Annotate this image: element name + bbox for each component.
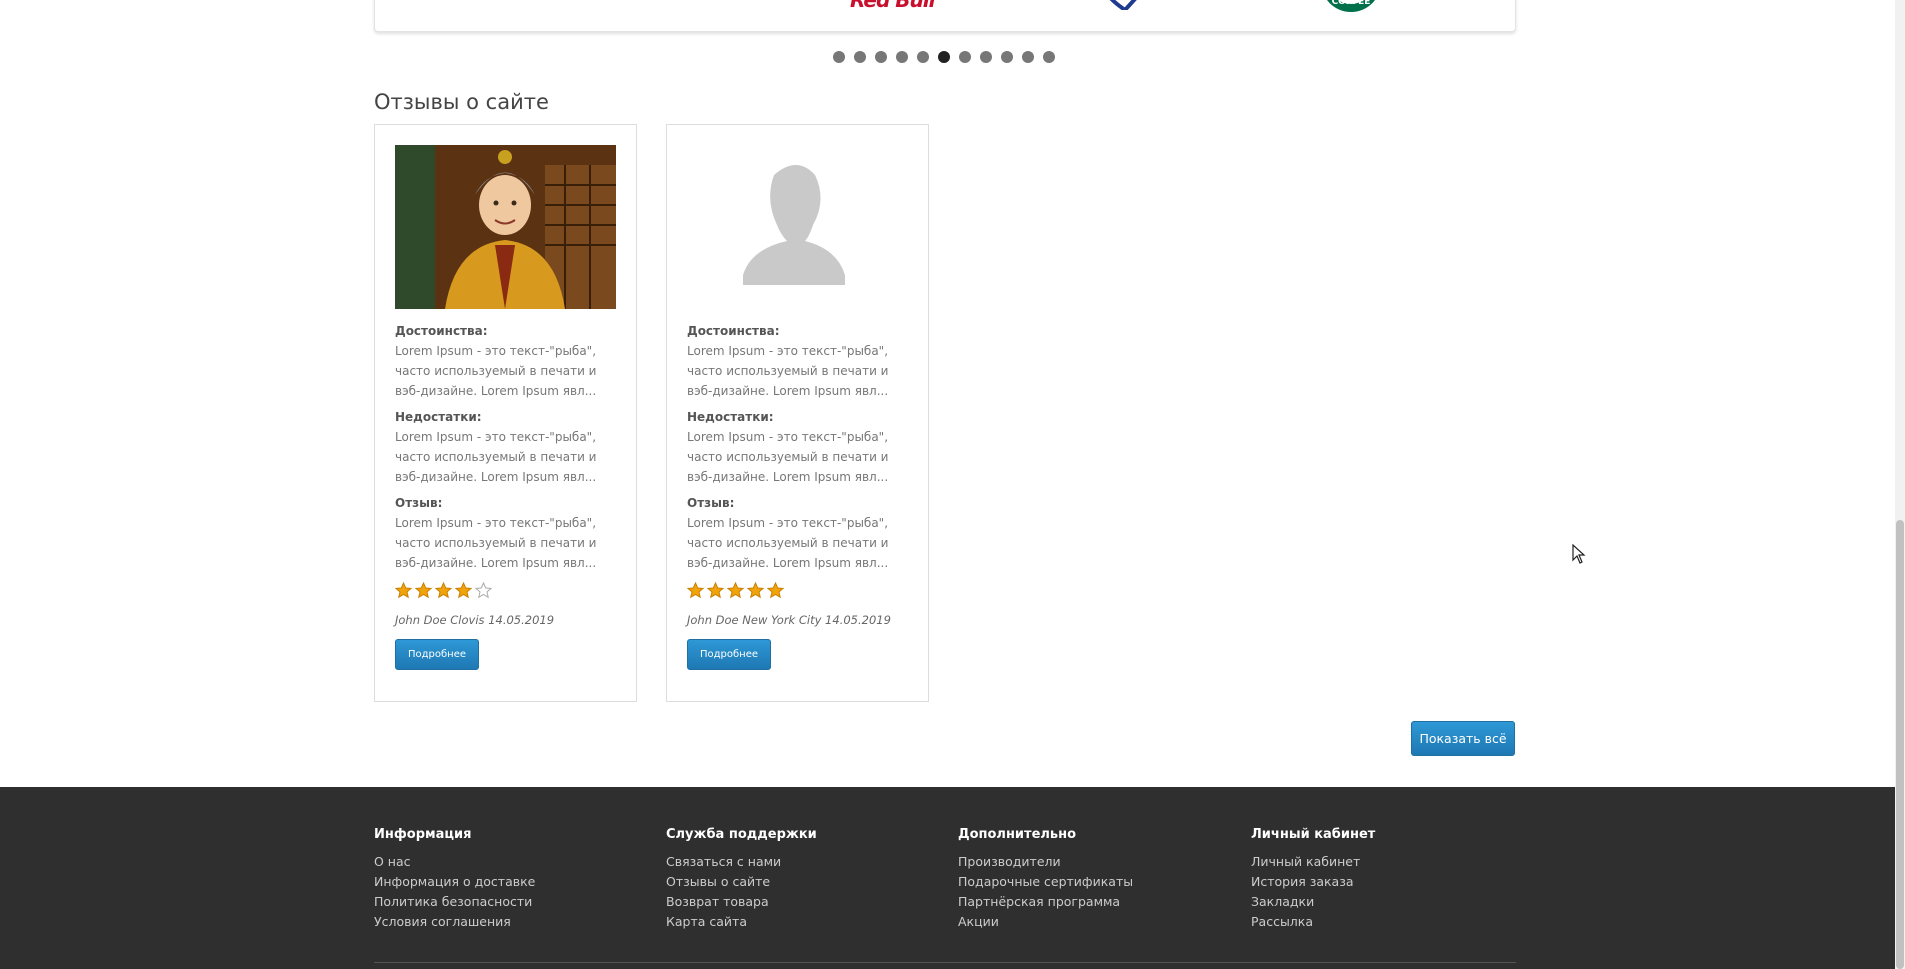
- carousel-dot[interactable]: [854, 51, 866, 63]
- footer-column-title: Информация: [374, 827, 472, 842]
- more-button[interactable]: Подробнее: [395, 639, 480, 670]
- footer-link[interactable]: Акции: [958, 912, 1133, 932]
- starbucks-logo[interactable]: COFFEE: [1315, 0, 1387, 18]
- star-filled-icon: [687, 581, 704, 598]
- footer-column-extras: Дополнительно Производители Подарочные с…: [958, 827, 1133, 932]
- pros-label: Достоинства:: [687, 324, 780, 338]
- review-card: Достоинства: Lorem Ipsum - это текст-"ры…: [374, 124, 637, 702]
- footer-link[interactable]: Условия соглашения: [374, 912, 535, 932]
- footer-column-title: Личный кабинет: [1251, 827, 1376, 842]
- review-label: Отзыв:: [687, 496, 735, 510]
- carousel-dot[interactable]: [938, 51, 950, 63]
- star-filled-icon: [707, 581, 724, 598]
- star-empty-icon: [475, 581, 492, 598]
- carousel-dot[interactable]: [1043, 51, 1055, 63]
- footer-column-account: Личный кабинет Личный кабинет История за…: [1251, 827, 1375, 932]
- footer-divider: [374, 962, 1516, 963]
- more-button[interactable]: Подробнее: [687, 639, 772, 670]
- footer-link[interactable]: Подарочные сертификаты: [958, 872, 1133, 892]
- star-filled-icon: [435, 581, 452, 598]
- footer-link[interactable]: Связаться с нами: [666, 852, 817, 872]
- footer-link[interactable]: Карта сайта: [666, 912, 817, 932]
- carousel-pagination: [833, 51, 1055, 63]
- pros-text: Lorem Ipsum - это текст-"рыба", часто ис…: [687, 344, 889, 398]
- star-filled-icon: [727, 581, 744, 598]
- footer-column-title: Дополнительно: [958, 827, 1077, 842]
- svg-text:COFFEE: COFFEE: [1332, 0, 1371, 7]
- pros-text: Lorem Ipsum - это текст-"рыба", часто ис…: [395, 344, 597, 398]
- carousel-dot[interactable]: [1001, 51, 1013, 63]
- footer-link[interactable]: Возврат товара: [666, 892, 817, 912]
- site-footer: Информация О нас Информация о доставке П…: [0, 787, 1895, 969]
- star-filled-icon: [767, 581, 784, 598]
- rating-stars: [687, 581, 908, 599]
- pros-label: Достоинства:: [395, 324, 488, 338]
- reviewer-photo: [395, 145, 616, 309]
- footer-column-title: Служба поддержки: [666, 827, 817, 842]
- carousel-dot[interactable]: [917, 51, 929, 63]
- review-author: John Doe Clovis 14.05.2019: [395, 613, 555, 627]
- footer-link[interactable]: История заказа: [1251, 872, 1375, 892]
- cons-label: Недостатки:: [687, 410, 774, 424]
- footer-column-info: Информация О нас Информация о доставке П…: [374, 827, 535, 932]
- carousel-dot[interactable]: [1022, 51, 1034, 63]
- review-text: Lorem Ipsum - это текст-"рыба", часто ис…: [687, 516, 889, 570]
- review-card: Достоинства: Lorem Ipsum - это текст-"ры…: [666, 124, 929, 702]
- cons-text: Lorem Ipsum - это текст-"рыба", часто ис…: [395, 430, 597, 484]
- carousel-dot[interactable]: [959, 51, 971, 63]
- carousel-dot[interactable]: [833, 51, 845, 63]
- review-label: Отзыв:: [395, 496, 443, 510]
- star-filled-icon: [455, 581, 472, 598]
- star-filled-icon: [747, 581, 764, 598]
- page-scrollbar[interactable]: [1895, 0, 1905, 969]
- carousel-dot[interactable]: [980, 51, 992, 63]
- footer-column-support: Служба поддержки Связаться с нами Отзывы…: [666, 827, 817, 932]
- cons-text: Lorem Ipsum - это текст-"рыба", часто ис…: [687, 430, 889, 484]
- section-title: Отзывы о сайте: [374, 90, 549, 114]
- scrollbar-thumb[interactable]: [1896, 520, 1904, 969]
- footer-link[interactable]: Политика безопасности: [374, 892, 535, 912]
- review-author: John Doe New York City 14.05.2019: [687, 613, 891, 627]
- star-filled-icon: [395, 581, 412, 598]
- star-filled-icon: [415, 581, 432, 598]
- footer-link[interactable]: Рассылка: [1251, 912, 1375, 932]
- footer-link[interactable]: Личный кабинет: [1251, 852, 1375, 872]
- footer-link[interactable]: Партнёрская программа: [958, 892, 1133, 912]
- redbull-logo[interactable]: Red Bull: [850, 0, 935, 12]
- show-all-button[interactable]: Показать всё: [1411, 721, 1515, 756]
- footer-link[interactable]: Информация о доставке: [374, 872, 535, 892]
- brand-carousel: Red Bull COFFEE: [374, 0, 1516, 32]
- carousel-dot[interactable]: [896, 51, 908, 63]
- review-text: Lorem Ipsum - это текст-"рыба", часто ис…: [395, 516, 597, 570]
- avatar-placeholder-icon: [687, 145, 908, 309]
- mouse-cursor-icon: [1572, 544, 1586, 564]
- carousel-dot[interactable]: [875, 51, 887, 63]
- shield-logo[interactable]: [1095, 0, 1155, 10]
- footer-link[interactable]: О нас: [374, 852, 535, 872]
- cons-label: Недостатки:: [395, 410, 482, 424]
- rating-stars: [395, 581, 616, 599]
- footer-link[interactable]: Закладки: [1251, 892, 1375, 912]
- footer-link[interactable]: Производители: [958, 852, 1133, 872]
- footer-link[interactable]: Отзывы о сайте: [666, 872, 817, 892]
